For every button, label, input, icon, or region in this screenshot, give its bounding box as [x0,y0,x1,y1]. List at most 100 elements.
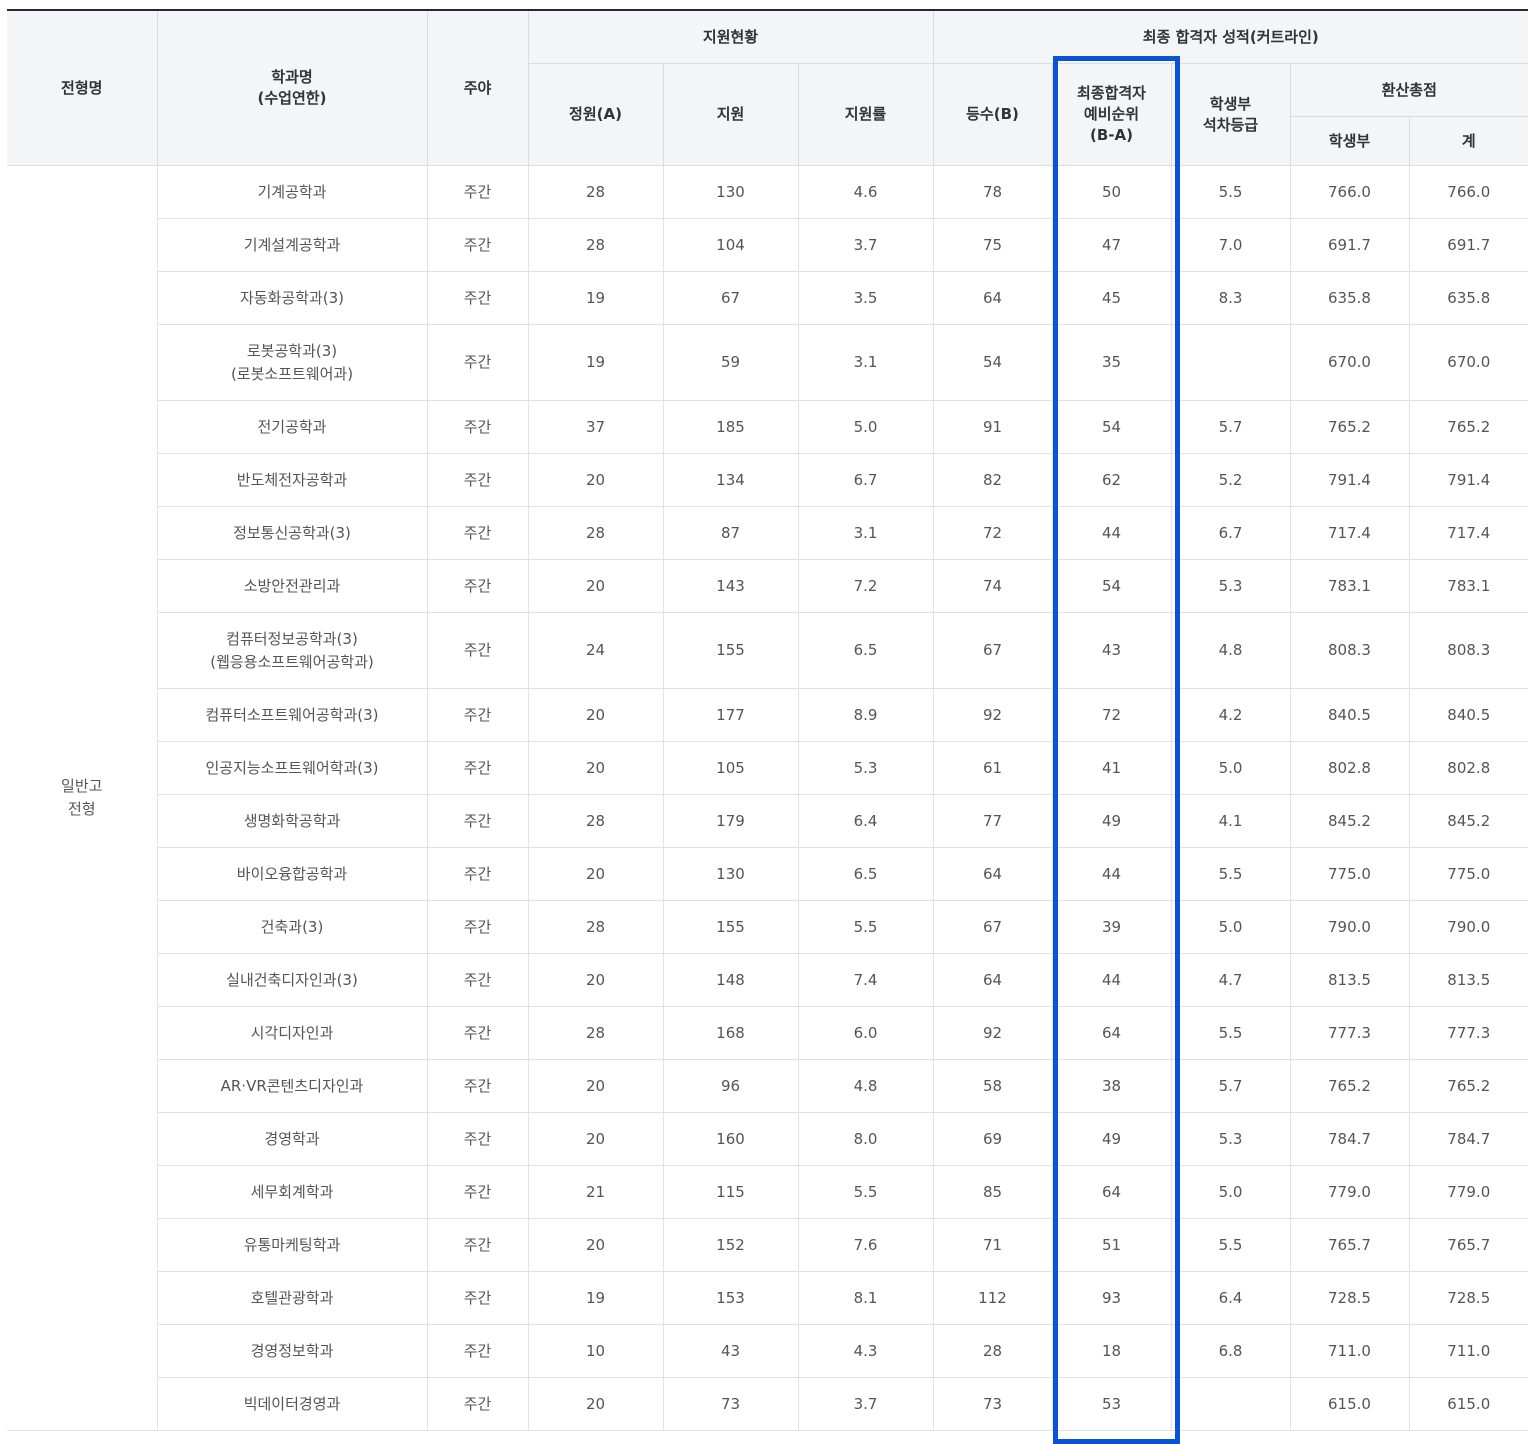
quota-cell: 19 [527,1271,664,1325]
applicants-cell: 177 [662,688,799,742]
table-row: 호텔관광학과 주간 19 153 8.1 112 93 6.4 728.5 728.5 [7,1271,1529,1325]
header-grade-line2: 석차등급 [1202,115,1259,134]
reserve-cell: 51 [1051,1218,1172,1272]
applicants-cell: 179 [662,794,799,848]
table-row: 경영정보학과 주간 10 43 4.3 28 18 6.8 711.0 711.0 [7,1324,1529,1378]
dept-name: 로봇공학과(3) [246,341,338,360]
table-row: 자동화공학과(3) 주간 19 67 3.5 64 45 8.3 635.8 635.8 [7,271,1529,325]
rank-cell: 54 [932,324,1053,401]
shift-cell: 주간 [426,324,529,401]
dept-name: 유통마케팅학과 [243,1235,341,1254]
total-cell: 779.0 [1408,1165,1529,1219]
record-cell: 808.3 [1289,612,1410,689]
ratio-cell: 5.3 [797,741,934,795]
rank-cell: 75 [932,218,1053,272]
reserve-cell: 93 [1051,1271,1172,1325]
admission-type-cell: 일반고 전형 [7,165,158,1431]
reserve-cell: 54 [1051,559,1172,613]
rank-cell: 85 [932,1165,1053,1219]
rank-cell: 74 [932,559,1053,613]
applicants-cell: 168 [662,1006,799,1060]
header-shift: 주야 [426,9,529,166]
rank-cell: 112 [932,1271,1053,1325]
header-reserve-line1: 최종합격자 [1076,84,1146,102]
table-body: 일반고 전형 기계공학과 주간 28 130 4.6 78 50 5.5 766.0 766.0 기계설… [7,165,1529,1431]
total-cell: 790.0 [1408,900,1529,954]
rank-cell: 92 [932,688,1053,742]
quota-cell: 37 [527,400,664,454]
admission-type-line2: 전형 [67,800,96,818]
admission-results-table: 전형명 학과명 (수업연한) 주야 지원현황 최종 합격자 성적(커트라인) 정… [7,9,1529,1431]
shift-cell: 주간 [426,794,529,848]
record-cell: 691.7 [1289,218,1410,272]
rank-cell: 73 [932,1377,1053,1431]
applicants-cell: 134 [662,453,799,507]
record-cell: 765.2 [1289,1059,1410,1113]
reserve-cell: 72 [1051,688,1172,742]
total-cell: 791.4 [1408,453,1529,507]
header-reserve-line2: 예비순위 [1083,105,1140,123]
quota-cell: 19 [527,324,664,401]
total-cell: 775.0 [1408,847,1529,901]
shift-cell: 주간 [426,1112,529,1166]
record-cell: 802.8 [1289,741,1410,795]
grade-cell: 5.0 [1170,1165,1291,1219]
applicants-cell: 152 [662,1218,799,1272]
header-score-record: 학생부 [1289,116,1410,166]
quota-cell: 20 [527,559,664,613]
total-cell: 717.4 [1408,506,1529,560]
record-cell: 790.0 [1289,900,1410,954]
grade-cell [1170,324,1291,401]
ratio-cell: 3.5 [797,271,934,325]
reserve-cell: 39 [1051,900,1172,954]
total-cell: 765.2 [1408,1059,1529,1113]
quota-cell: 24 [527,612,664,689]
dept-cell: 유통마케팅학과 [156,1218,428,1272]
table-header: 전형명 학과명 (수업연한) 주야 지원현황 최종 합격자 성적(커트라인) 정… [7,9,1529,166]
header-grade: 학생부 석차등급 [1170,63,1291,166]
dept-cell: 컴퓨터정보공학과(3) (웹응용소프트웨어공학과) [156,612,428,689]
reserve-cell: 35 [1051,324,1172,401]
total-cell: 777.3 [1408,1006,1529,1060]
shift-cell: 주간 [426,612,529,689]
total-cell: 766.0 [1408,165,1529,219]
dept-former-name: (로봇소프트웨어과) [230,364,354,383]
header-score-total: 계 [1408,116,1529,166]
applicants-cell: 73 [662,1377,799,1431]
dept-cell: 바이오융합공학과 [156,847,428,901]
dept-cell: AR·VR콘텐츠디자인과 [156,1059,428,1113]
header-final-group: 최종 합격자 성적(커트라인) [932,9,1529,64]
rank-cell: 67 [932,612,1053,689]
header-dept-label: 학과명 [271,68,313,86]
reserve-cell: 41 [1051,741,1172,795]
rank-cell: 91 [932,400,1053,454]
applicants-cell: 148 [662,953,799,1007]
quota-cell: 20 [527,1112,664,1166]
shift-cell: 주간 [426,900,529,954]
grade-cell: 5.5 [1170,165,1291,219]
record-cell: 635.8 [1289,271,1410,325]
grade-cell: 4.8 [1170,612,1291,689]
shift-cell: 주간 [426,400,529,454]
total-cell: 813.5 [1408,953,1529,1007]
total-cell: 635.8 [1408,271,1529,325]
table-row: AR·VR콘텐츠디자인과 주간 20 96 4.8 58 38 5.7 765.2 765.2 [7,1059,1529,1113]
grade-cell: 5.0 [1170,741,1291,795]
shift-cell: 주간 [426,506,529,560]
record-cell: 717.4 [1289,506,1410,560]
reserve-cell: 18 [1051,1324,1172,1378]
applicants-cell: 43 [662,1324,799,1378]
ratio-cell: 4.6 [797,165,934,219]
shift-cell: 주간 [426,453,529,507]
total-cell: 840.5 [1408,688,1529,742]
header-score-group: 환산총점 [1289,63,1529,117]
dept-name: 호텔관광학과 [250,1288,334,1307]
total-cell: 784.7 [1408,1112,1529,1166]
reserve-cell: 47 [1051,218,1172,272]
shift-cell: 주간 [426,218,529,272]
dept-name: 경영정보학과 [250,1341,334,1360]
ratio-cell: 3.7 [797,1377,934,1431]
table-row: 경영학과 주간 20 160 8.0 69 49 5.3 784.7 784.7 [7,1112,1529,1166]
applicants-cell: 153 [662,1271,799,1325]
dept-cell: 소방안전관리과 [156,559,428,613]
